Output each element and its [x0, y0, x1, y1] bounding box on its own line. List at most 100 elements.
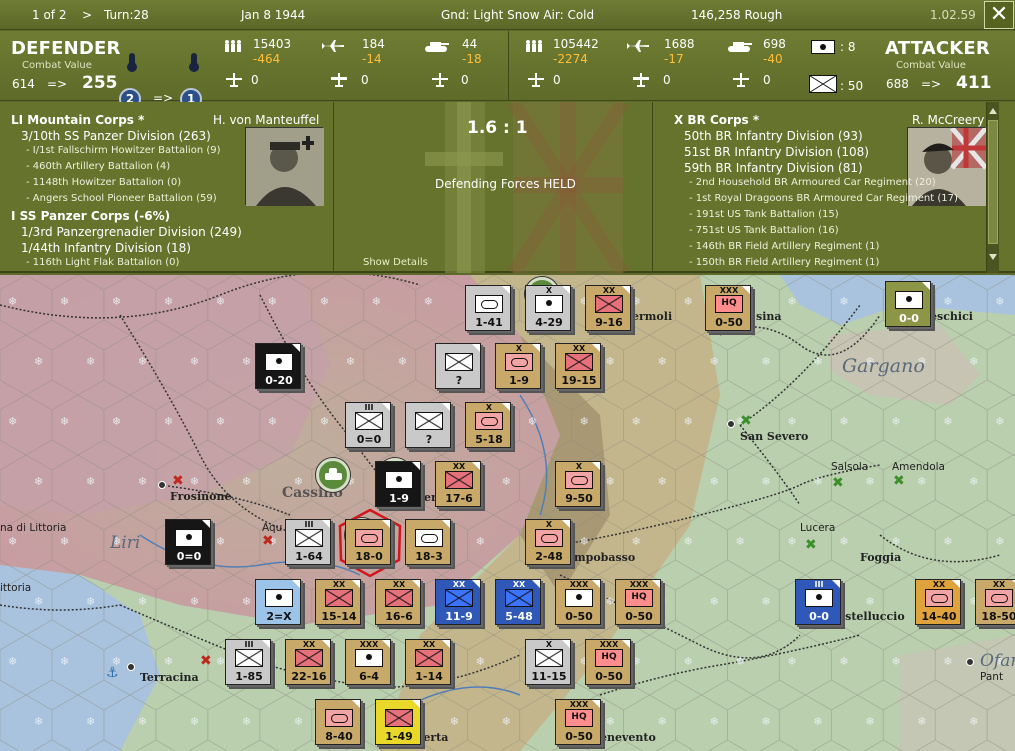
unit-line-bat[interactable]: - 191st US Tank Battalion (15)	[689, 209, 839, 220]
unit-counter[interactable]: XXX HQ 0-50	[615, 579, 661, 625]
unit-counter[interactable]: XXX HQ 0-50	[585, 639, 631, 685]
unit-counter[interactable]: III 0=0	[345, 402, 391, 448]
svg-text:❄: ❄	[398, 355, 407, 368]
unit-line-div[interactable]: 1/44th Infantry Division (18)	[21, 241, 191, 255]
svg-text:❄: ❄	[969, 715, 978, 728]
unit-counter[interactable]: 0-20	[255, 343, 301, 389]
next-turn-arrow[interactable]: >	[82, 8, 92, 22]
weather-label: Gnd: Light Snow Air: Cold	[441, 8, 595, 22]
close-button[interactable]: ✕	[984, 1, 1014, 29]
svg-text:❄: ❄	[164, 415, 173, 428]
unit-line-bat[interactable]: - I/1st Fallschirm Howitzer Battalion (9…	[26, 145, 221, 156]
unit-counter[interactable]: 1-9	[375, 461, 421, 507]
unit-symbol-icon: HQ	[715, 295, 743, 313]
unit-counter[interactable]: X 2-48	[525, 519, 571, 565]
def-men-loss: -464	[253, 52, 281, 66]
svg-text:❄: ❄	[216, 655, 225, 668]
unit-counter[interactable]: XX 14-40	[915, 579, 961, 625]
counter-corner-icon	[292, 580, 300, 588]
unit-counter[interactable]: XX 1-14	[405, 639, 451, 685]
unit-counter[interactable]: III 1-64	[285, 519, 331, 565]
defender-title: DEFENDER	[11, 38, 121, 59]
unit-line-bat[interactable]: - 146th BR Field Artillery Regiment (1)	[689, 241, 879, 252]
unit-counter[interactable]: XX 9-16	[585, 285, 631, 331]
unit-counter[interactable]: 18-3	[405, 519, 451, 565]
svg-text:❄: ❄	[995, 535, 1004, 548]
unit-counter[interactable]: ?	[405, 402, 451, 448]
unit-counter[interactable]: 0-0	[885, 281, 931, 327]
unit-counter[interactable]: XX 5-48	[495, 579, 541, 625]
hex-map[interactable]: ❄ ❄ ❄ ❄ ❄ ❄ ❄ ❄ ❄ ❄ ❄ ❄ ❄ ❄ ❄ ❄ ❄ ❄ ❄ ❄ ❄ ❄ ❄ ❄ ❄ ❄ ❄ ❄ ❄ ❄ ❄ ❄ ❄ ❄ ❄ ❄ ❄ ❄ ❄ ❄…	[0, 275, 1015, 751]
unit-symbol-icon	[535, 295, 563, 313]
unit-counter[interactable]: 1-49	[375, 699, 421, 745]
unit-counter[interactable]: X 1-9	[495, 343, 541, 389]
svg-text:❄: ❄	[683, 535, 692, 548]
unit-symbol-icon	[325, 709, 353, 727]
unit-line-div[interactable]: 1/3rd Panzergrenadier Division (249)	[21, 225, 242, 239]
svg-text:❄: ❄	[294, 715, 303, 728]
counter-corner-icon	[202, 520, 210, 528]
counter-corner-icon	[262, 640, 270, 648]
svg-text:❄: ❄	[632, 535, 641, 548]
unit-counter[interactable]: XX 11-9	[435, 579, 481, 625]
unit-counter[interactable]: 0=0	[165, 519, 211, 565]
show-details-link[interactable]: Show Details	[363, 257, 428, 268]
svg-text:❄: ❄	[606, 475, 615, 488]
unit-line-div[interactable]: 3/10th SS Panzer Division (263)	[21, 129, 211, 143]
scroll-down-icon[interactable]	[989, 254, 997, 260]
town-vasto: sina	[756, 310, 782, 323]
port-anchor-icon: ⚓	[106, 665, 119, 681]
unit-line-bat[interactable]: - 150th BR Field Artillery Regiment (1)	[689, 257, 879, 268]
unit-counter[interactable]: XX 18-50	[975, 579, 1015, 625]
counter-corner-icon	[472, 462, 480, 470]
bomber-icon	[331, 72, 347, 91]
scroll-thumb[interactable]	[988, 120, 998, 244]
air-unit-icon[interactable]	[316, 458, 350, 492]
unit-line-bat[interactable]: - 460th Artillery Battalion (4)	[26, 161, 170, 172]
unit-counter[interactable]: 1-41	[465, 285, 511, 331]
unit-line-bat[interactable]: - 1st Royal Dragoons BR Armoured Car Reg…	[689, 193, 958, 204]
unit-line-div[interactable]: 50th BR Infantry Division (93)	[684, 129, 863, 143]
tank-icon	[423, 37, 449, 56]
scroll-up-icon[interactable]	[989, 108, 997, 114]
unit-line-corps[interactable]: X BR Corps *	[674, 113, 759, 127]
unit-counter[interactable]: III 0-0	[795, 579, 841, 625]
unit-counter[interactable]: XX 15-14	[315, 579, 361, 625]
unit-line-bat[interactable]: - 116th Light Flak Battalion (0)	[26, 257, 179, 268]
unit-counter[interactable]: XX 19-15	[555, 343, 601, 389]
town-pantano: Pant	[980, 671, 1004, 683]
unit-symbol-icon	[445, 589, 473, 607]
svg-text:❄: ❄	[995, 295, 1004, 308]
unit-counter[interactable]: 8-40	[315, 699, 361, 745]
unit-counter[interactable]: X 5-18	[465, 402, 511, 448]
unit-line-bat[interactable]: - 1148th Howitzer Battalion (0)	[26, 177, 181, 188]
svg-text:❄: ❄	[969, 475, 978, 488]
unit-counter[interactable]: XX 17-6	[435, 461, 481, 507]
unit-counter[interactable]: III 1-85	[225, 639, 271, 685]
unit-counter[interactable]: 2=X	[255, 579, 301, 625]
unit-counter[interactable]: XX 22-16	[285, 639, 331, 685]
tank-icon	[726, 37, 752, 56]
unit-line-div[interactable]: 51st BR Infantry Division (108)	[684, 145, 869, 159]
region-label-liri: Liri	[110, 533, 141, 553]
unit-counter[interactable]: XX 16-6	[375, 579, 421, 625]
unit-symbol-icon	[355, 649, 383, 667]
unit-counter[interactable]: X 11-15	[525, 639, 571, 685]
unit-line-corps[interactable]: I SS Panzer Corps (-6%)	[11, 209, 170, 223]
unit-counter[interactable]: XXX HQ 0-50	[555, 699, 601, 745]
svg-text:❄: ❄	[632, 655, 641, 668]
svg-text:❄: ❄	[658, 715, 667, 728]
unit-line-div[interactable]: 59th BR Infantry Division (81)	[684, 161, 863, 175]
unit-list-scrollbar[interactable]	[986, 102, 999, 273]
unit-line-bat[interactable]: - Angers School Pioneer Battalion (59)	[26, 193, 217, 204]
unit-counter[interactable]: XXX 0-50	[555, 579, 601, 625]
unit-counter[interactable]: XXX 6-4	[345, 639, 391, 685]
unit-counter[interactable]: XXX HQ 0-50	[705, 285, 751, 331]
unit-line-bat[interactable]: - 2nd Household BR Armoured Car Regiment…	[689, 177, 936, 188]
unit-line-corps[interactable]: LI Mountain Corps *	[11, 113, 144, 127]
unit-counter[interactable]: X 4-29	[525, 285, 571, 331]
unit-line-bat[interactable]: - 751st US Tank Battalion (16)	[689, 225, 839, 236]
unit-counter[interactable]: X 9-50	[555, 461, 601, 507]
unit-counter[interactable]: ?	[435, 343, 481, 389]
unit-counter[interactable]: 18-0	[345, 519, 391, 565]
